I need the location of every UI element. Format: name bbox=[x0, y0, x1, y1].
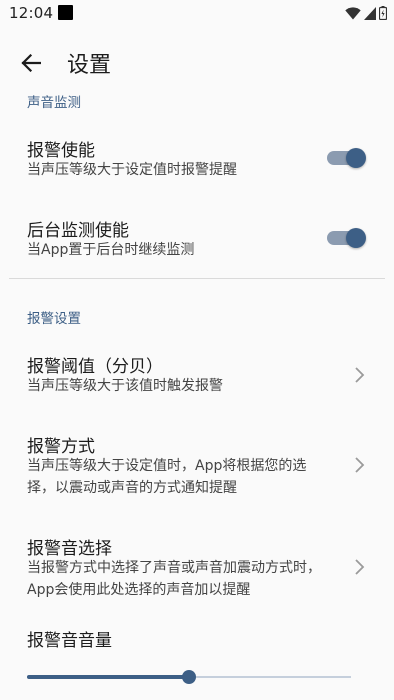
chevron-right-icon bbox=[355, 457, 365, 473]
pref-alarm-sound-select-title: 报警音选择 bbox=[27, 539, 112, 559]
section-divider bbox=[9, 278, 385, 279]
pref-alarm-enable-title: 报警使能 bbox=[27, 141, 95, 161]
pref-background-monitor[interactable]: 后台监测使能 当App置于后台时继续监测 bbox=[0, 206, 394, 268]
chevron-right-icon bbox=[355, 367, 365, 383]
pref-alarm-sound-select[interactable]: 报警音选择 当报警方式中选择了声音或声音加震动方式时，App会使用此处选择的声音… bbox=[0, 526, 394, 606]
volume-slider[interactable] bbox=[27, 669, 351, 685]
battery-icon bbox=[379, 6, 387, 20]
pref-alarm-mode-title: 报警方式 bbox=[27, 437, 95, 457]
pref-alarm-volume: 报警音音量 bbox=[0, 624, 394, 700]
pref-background-monitor-title: 后台监测使能 bbox=[27, 221, 129, 241]
status-bar: 12:04 bbox=[0, 0, 394, 28]
pref-alarm-mode-summary: 当声压等级大于设定值时，App将根据您的选择，以震动或声音的方式通知提醒 bbox=[27, 458, 307, 496]
status-icons bbox=[345, 6, 387, 20]
pref-alarm-threshold-title: 报警阈值（分贝） bbox=[27, 357, 163, 377]
switch-thumb bbox=[346, 228, 366, 248]
pref-alarm-volume-title: 报警音音量 bbox=[27, 631, 112, 651]
pref-alarm-enable-summary: 当声压等级大于设定值时报警提醒 bbox=[27, 162, 237, 178]
back-button[interactable] bbox=[14, 46, 48, 80]
arrow-left-icon bbox=[21, 54, 41, 72]
status-time: 12:04 bbox=[9, 4, 54, 22]
pref-alarm-enable[interactable]: 报警使能 当声压等级大于设定值时报警提醒 bbox=[0, 126, 394, 188]
section-header-sound-monitoring: 声音监测 bbox=[27, 95, 81, 111]
pref-alarm-sound-select-summary: 当报警方式中选择了声音或声音加震动方式时，App会使用此处选择的声音加以提醒 bbox=[27, 560, 321, 598]
pref-alarm-threshold-summary: 当声压等级大于该值时触发报警 bbox=[27, 378, 223, 394]
pref-alarm-mode[interactable]: 报警方式 当声压等级大于设定值时，App将根据您的选择，以震动或声音的方式通知提… bbox=[0, 424, 394, 504]
switch-thumb bbox=[346, 148, 366, 168]
notification-square-icon bbox=[58, 5, 73, 20]
slider-thumb[interactable] bbox=[182, 670, 196, 684]
cellular-signal-icon bbox=[364, 6, 376, 20]
wifi-icon bbox=[345, 6, 361, 20]
section-header-alarm-settings: 报警设置 bbox=[27, 311, 81, 327]
settings-list[interactable]: 声音监测 报警使能 当声压等级大于设定值时报警提醒 后台监测使能 当App置于后… bbox=[0, 88, 394, 700]
app-bar: 设置 bbox=[0, 28, 394, 96]
pref-alarm-threshold[interactable]: 报警阈值（分贝） 当声压等级大于该值时触发报警 bbox=[0, 344, 394, 406]
slider-fill bbox=[27, 675, 189, 679]
alarm-enable-switch[interactable] bbox=[327, 148, 366, 168]
page-title: 设置 bbox=[67, 53, 112, 78]
chevron-right-icon bbox=[355, 559, 365, 575]
pref-background-monitor-summary: 当App置于后台时继续监测 bbox=[27, 242, 195, 258]
background-monitor-switch[interactable] bbox=[327, 228, 366, 248]
